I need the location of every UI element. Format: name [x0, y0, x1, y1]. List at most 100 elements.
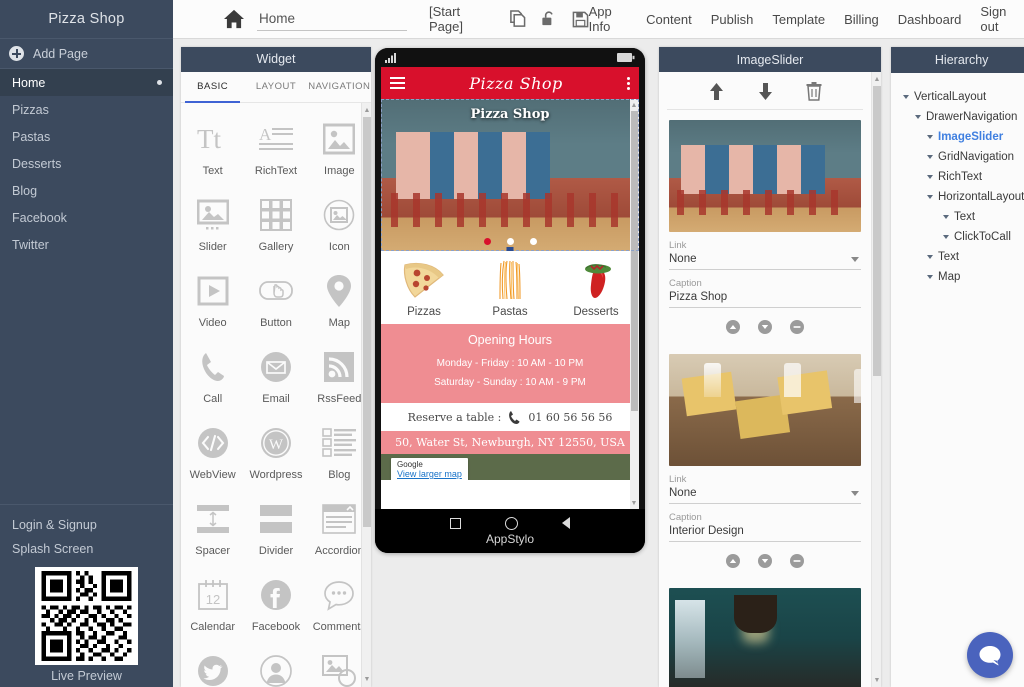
add-page-button[interactable]: Add Page	[0, 38, 173, 69]
grid-nav-pastas[interactable]: Pastas	[467, 259, 553, 318]
sidebar-item-login-signup[interactable]: Login & Signup	[0, 513, 173, 537]
slide-link-field[interactable]: Link None	[669, 240, 861, 271]
copy-icon[interactable]	[509, 10, 526, 28]
slide-image-dining-table[interactable]	[669, 354, 861, 467]
slide-link-field[interactable]: Link None	[669, 474, 861, 505]
widget-wordpress[interactable]: W Wordpress	[244, 413, 307, 489]
map-view-larger-link[interactable]: View larger map	[397, 469, 462, 479]
save-icon[interactable]	[572, 11, 589, 28]
unlock-icon[interactable]	[540, 10, 558, 28]
scroll-down-icon[interactable]: ▼	[363, 675, 371, 685]
widget-gallery[interactable]: Gallery	[244, 185, 307, 261]
slider-dots[interactable]	[381, 238, 639, 246]
phone-scroll-thumb[interactable]	[631, 111, 638, 412]
selection-handle[interactable]	[506, 247, 514, 252]
widget-webview[interactable]: WebView	[181, 413, 244, 489]
remove-icon[interactable]	[790, 320, 804, 335]
nav-template[interactable]: Template	[772, 12, 825, 27]
move-up-icon[interactable]	[726, 320, 740, 335]
square-icon[interactable]	[449, 517, 461, 529]
tree-node-horizontallayout[interactable]: HorizontalLayout	[899, 187, 1024, 207]
widget-video[interactable]: Video	[181, 261, 244, 337]
tree-node-imageslider[interactable]: ImageSlider	[899, 127, 1024, 147]
image-slider-scrollbar[interactable]: ▲ ▼	[871, 72, 881, 687]
sidebar-item-splash-screen[interactable]: Splash Screen	[0, 537, 173, 561]
tab-navigation[interactable]: NAVIGATION	[308, 72, 371, 102]
phone-map[interactable]: Google View larger map	[381, 454, 639, 481]
home-icon[interactable]	[223, 9, 245, 29]
caption-value[interactable]: Pizza Shop	[669, 291, 861, 309]
tab-basic[interactable]: BASIC	[181, 72, 244, 104]
is-scroll-thumb[interactable]	[873, 86, 881, 377]
phone-opening-hours[interactable]: Opening Hours Monday - Friday : 10 AM - …	[381, 324, 639, 404]
widget-spacer[interactable]: Spacer	[181, 489, 244, 565]
is-scroll-up-icon[interactable]: ▲	[873, 74, 881, 84]
nav-app-info[interactable]: App Info	[589, 4, 628, 34]
slider-dot-3-icon[interactable]	[529, 238, 537, 246]
sidebar-item-facebook[interactable]: Facebook	[0, 204, 173, 231]
move-down-icon[interactable]	[758, 320, 772, 335]
phone-address[interactable]: 50, Water St, Newburgh, NY 12550, USA	[381, 431, 639, 455]
sidebar-item-twitter[interactable]: Twitter	[0, 231, 173, 258]
tree-node-text-1[interactable]: Text	[899, 207, 1024, 227]
chevron-down-icon[interactable]	[927, 255, 933, 260]
nav-content[interactable]: Content	[646, 12, 692, 27]
tab-layout[interactable]: LAYOUT	[244, 72, 307, 102]
arrow-up-icon[interactable]	[708, 82, 725, 101]
slider-dot-2-icon[interactable]	[506, 238, 514, 246]
widget-text[interactable]: Tt Text	[181, 109, 244, 185]
tree-node-gridnavigation[interactable]: GridNavigation	[899, 147, 1024, 167]
phone-image-slider[interactable]: Pizza Shop	[381, 99, 639, 252]
nav-billing[interactable]: Billing	[844, 12, 879, 27]
chevron-down-icon[interactable]	[927, 275, 933, 280]
chevron-down-icon[interactable]	[927, 135, 933, 140]
sidebar-item-desserts[interactable]: Desserts	[0, 150, 173, 177]
widget-scroll-thumb[interactable]	[363, 117, 371, 528]
widget-call[interactable]: Call	[181, 337, 244, 413]
sidebar-item-pastas[interactable]: Pastas	[0, 123, 173, 150]
move-up-icon[interactable]	[726, 554, 740, 569]
hamburger-icon[interactable]	[390, 77, 405, 90]
back-triangle-icon[interactable]	[562, 517, 571, 530]
sidebar-item-home[interactable]: Home	[0, 69, 173, 96]
slide-caption-field[interactable]: Caption Pizza Shop	[669, 278, 861, 309]
widget-scrollbar[interactable]: ▲ ▼	[361, 103, 371, 687]
widget-email[interactable]: Email	[244, 337, 307, 413]
chat-bubble-icon[interactable]	[967, 632, 1013, 678]
tree-node-text-2[interactable]: Text	[899, 247, 1024, 267]
sidebar-item-pizzas[interactable]: Pizzas	[0, 96, 173, 123]
phone-reserve-row[interactable]: Reserve a table : 01 60 56 56 56	[381, 403, 639, 431]
phone-scrollbar[interactable]: ▲ ▼	[630, 99, 639, 510]
widget-slider[interactable]: Slider	[181, 185, 244, 261]
scroll-up-icon[interactable]: ▲	[363, 105, 371, 115]
tree-node-clicktocall[interactable]: ClickToCall	[899, 227, 1024, 247]
chevron-down-icon[interactable]	[903, 95, 909, 100]
widget-divider[interactable]: Divider	[244, 489, 307, 565]
link-select[interactable]: None	[669, 487, 861, 505]
is-scroll-down-icon[interactable]: ▼	[873, 675, 881, 685]
chevron-down-icon[interactable]	[927, 155, 933, 160]
arrow-down-icon[interactable]	[757, 82, 774, 101]
trash-icon[interactable]	[806, 82, 822, 102]
chevron-down-icon[interactable]	[927, 175, 933, 180]
chevron-down-icon[interactable]	[915, 115, 921, 120]
widget-profile[interactable]: Profile	[244, 641, 307, 687]
widget-facebook[interactable]: Facebook	[244, 565, 307, 641]
phone-scroll-down-icon[interactable]: ▼	[630, 498, 638, 508]
slide-caption-field[interactable]: Caption Interior Design	[669, 512, 861, 543]
nav-publish[interactable]: Publish	[711, 12, 754, 27]
grid-nav-pizzas[interactable]: Pizzas	[381, 259, 467, 318]
live-preview-label[interactable]: Live Preview	[0, 669, 173, 687]
reserve-phone-number[interactable]: 01 60 56 56 56	[528, 411, 612, 424]
grid-nav-desserts[interactable]: Desserts	[553, 259, 639, 318]
widget-richtext[interactable]: A RichText	[244, 109, 307, 185]
nav-sign-out[interactable]: Sign out	[980, 4, 1018, 34]
nav-dashboard[interactable]: Dashboard	[898, 12, 962, 27]
widget-button[interactable]: Button	[244, 261, 307, 337]
tree-node-richtext[interactable]: RichText	[899, 167, 1024, 187]
caption-value[interactable]: Interior Design	[669, 525, 861, 543]
chevron-down-icon[interactable]	[927, 195, 933, 200]
kebab-icon[interactable]	[626, 76, 630, 90]
circle-icon[interactable]	[504, 516, 518, 530]
chevron-down-icon[interactable]	[943, 235, 949, 240]
